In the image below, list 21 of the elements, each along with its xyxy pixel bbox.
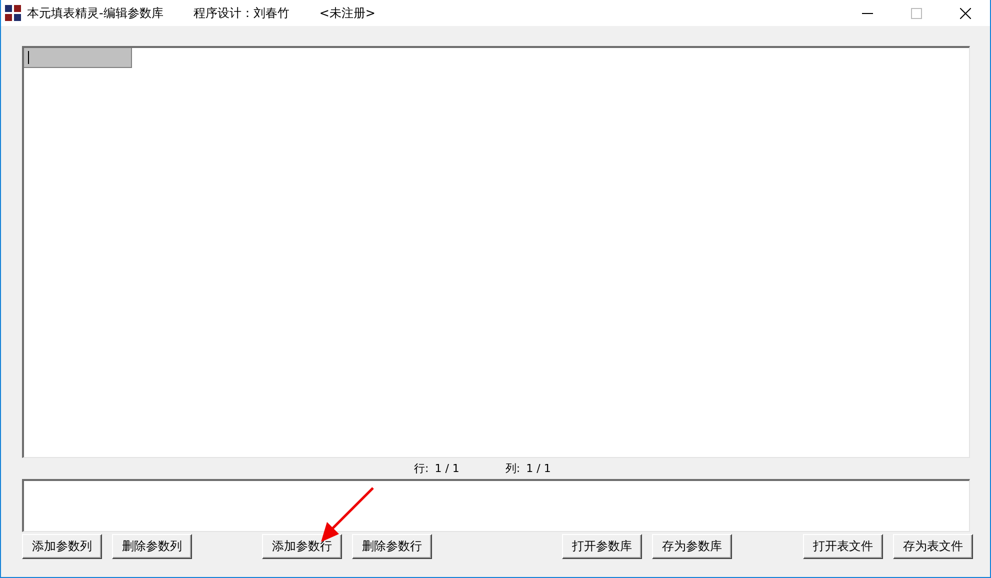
toolbar-button[interactable]: 添加参数行 (262, 534, 342, 559)
column-value: 1 / 1 (526, 462, 551, 474)
toolbar-button[interactable]: 存为表文件 (893, 534, 973, 559)
text-area[interactable] (22, 479, 970, 532)
minimize-icon[interactable] (862, 12, 873, 14)
window-title: 本元填表精灵-编辑参数库 (27, 4, 164, 22)
designer-credit: 程序设计：刘春竹 (193, 4, 290, 22)
column-label: 列: (505, 460, 520, 476)
app-icon (5, 5, 21, 21)
toolbar-button[interactable]: 存为参数库 (652, 534, 732, 559)
toolbar-button[interactable]: 打开表文件 (803, 534, 883, 559)
active-cell[interactable] (24, 48, 132, 68)
toolbar-button[interactable]: 打开参数库 (562, 534, 642, 559)
toolbar-button[interactable]: 删除参数行 (352, 534, 432, 559)
close-icon[interactable] (960, 8, 971, 18)
registration-status: <未注册> (319, 4, 376, 22)
row-value: 1 / 1 (434, 462, 460, 474)
row-label: 行: (414, 460, 429, 476)
text-cursor (28, 51, 29, 64)
toolbar-button[interactable]: 删除参数列 (112, 534, 192, 559)
toolbar-button[interactable]: 添加参数列 (22, 534, 102, 559)
